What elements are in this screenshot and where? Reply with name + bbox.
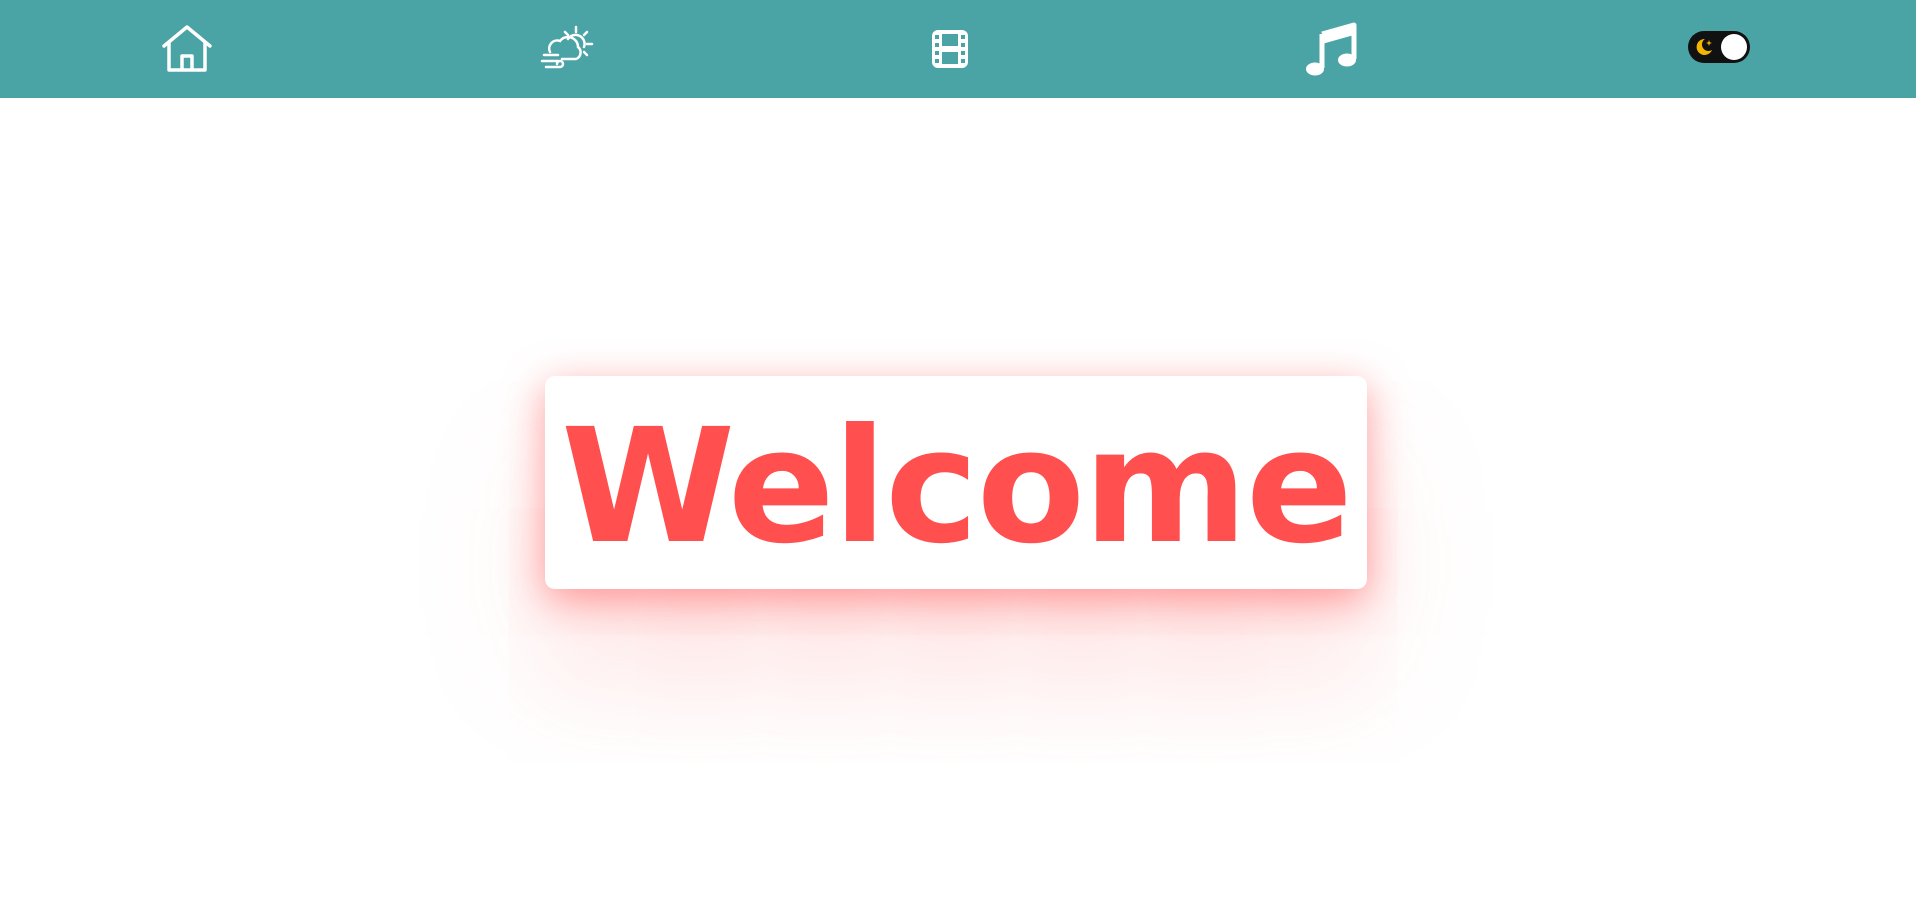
moon-icon <box>1694 37 1714 57</box>
navbar <box>0 0 1916 98</box>
weather-icon <box>540 25 596 73</box>
music-note-icon <box>1304 22 1360 76</box>
toggle-knob <box>1721 34 1747 60</box>
nav-movies[interactable] <box>910 0 990 98</box>
film-icon <box>930 28 970 70</box>
welcome-card: Welcome <box>545 376 1367 589</box>
welcome-heading: Welcome <box>561 394 1353 579</box>
theme-toggle[interactable] <box>1688 31 1750 63</box>
nav-home[interactable] <box>147 0 227 98</box>
nav-weather[interactable] <box>528 0 608 98</box>
home-icon <box>160 24 214 74</box>
nav-music[interactable] <box>1292 0 1372 98</box>
